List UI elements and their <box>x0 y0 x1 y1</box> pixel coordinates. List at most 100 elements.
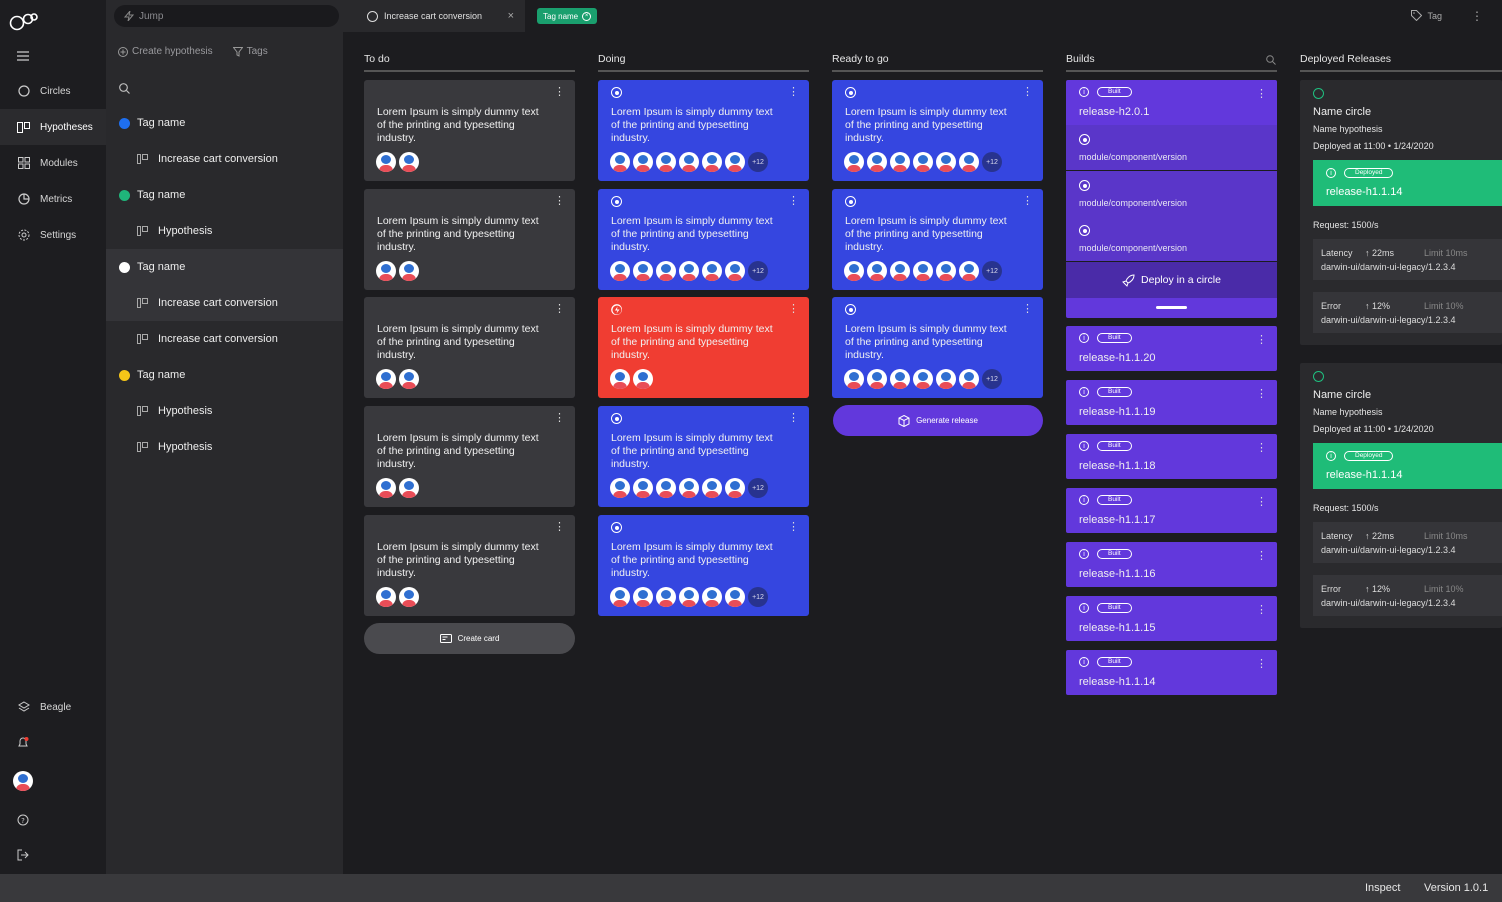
assignee-avatar[interactable] <box>913 369 933 389</box>
deployed-release-card[interactable]: Name circle Name hypothesis Deployed at … <box>1300 363 1502 628</box>
assignee-avatar[interactable] <box>890 152 910 172</box>
assignee-avatar[interactable] <box>610 261 630 281</box>
more-options-icon[interactable]: ⋮ <box>1256 549 1267 562</box>
assignee-avatar[interactable] <box>867 261 887 281</box>
tag-button[interactable]: Tag <box>1411 10 1442 21</box>
assignee-avatar[interactable] <box>844 369 864 389</box>
more-assignees-badge[interactable]: +12 <box>982 369 1002 389</box>
build-card-expanded[interactable]: i Built release-h2.0.1 ⋮ <box>1066 80 1277 125</box>
assignee-avatar[interactable] <box>679 587 699 607</box>
kanban-card[interactable]: ⋮ Lorem Ipsum is simply dummy text of th… <box>598 189 809 290</box>
assignee-avatar[interactable] <box>890 261 910 281</box>
more-assignees-badge[interactable]: +12 <box>748 478 768 498</box>
logout-icon[interactable] <box>15 847 31 863</box>
more-options-icon[interactable]: ⋮ <box>1022 196 1033 207</box>
hypothesis-item[interactable]: Hypothesis <box>106 213 343 249</box>
assignee-avatar[interactable] <box>936 369 956 389</box>
assignee-avatar[interactable] <box>959 152 979 172</box>
build-card[interactable]: i Built release-h1.1.17 ⋮ <box>1066 488 1277 533</box>
assignee-avatar[interactable] <box>702 261 722 281</box>
assignee-avatar[interactable] <box>633 152 653 172</box>
more-options-icon[interactable]: ⋮ <box>788 304 799 315</box>
nav-item-modules[interactable]: Modules <box>0 145 106 181</box>
assignee-avatar[interactable] <box>867 369 887 389</box>
nav-item-metrics[interactable]: Metrics <box>0 181 106 217</box>
assignee-avatar[interactable] <box>844 152 864 172</box>
more-options-icon[interactable]: ⋮ <box>1256 387 1267 400</box>
deployed-release-card[interactable]: Name circle Name hypothesis Deployed at … <box>1300 80 1502 345</box>
assignee-avatar[interactable] <box>702 587 722 607</box>
kanban-card[interactable]: ⋮ Lorem Ipsum is simply dummy text of th… <box>364 189 575 290</box>
assignee-avatar[interactable] <box>610 152 630 172</box>
build-card[interactable]: i Built release-h1.1.18 ⋮ <box>1066 434 1277 479</box>
assignee-avatar[interactable] <box>610 587 630 607</box>
tags-filter-button[interactable]: Tags <box>232 46 268 57</box>
assignee-avatar[interactable] <box>376 369 396 389</box>
assignee-avatar[interactable] <box>633 369 653 389</box>
assignee-avatar[interactable] <box>936 261 956 281</box>
menu-icon[interactable] <box>15 48 31 64</box>
create-hypothesis-button[interactable]: Create hypothesis <box>118 46 213 57</box>
more-options-icon[interactable]: ⋮ <box>554 304 565 315</box>
assignee-avatar[interactable] <box>399 478 419 498</box>
assignee-avatar[interactable] <box>376 261 396 281</box>
hypothesis-item[interactable]: Hypothesis <box>106 393 343 429</box>
assignee-avatar[interactable] <box>913 261 933 281</box>
kanban-card[interactable]: ⋮ Lorem Ipsum is simply dummy text of th… <box>364 406 575 507</box>
kanban-card[interactable]: ⋮ Lorem Ipsum is simply dummy text of th… <box>598 297 809 398</box>
deployed-release-box[interactable]: i Deployed release-h1.1.14 <box>1313 443 1502 489</box>
close-icon[interactable]: × <box>508 10 514 22</box>
nav-item-settings[interactable]: Settings <box>0 217 106 253</box>
more-options-icon[interactable]: ⋮ <box>788 196 799 207</box>
assignee-avatar[interactable] <box>656 587 676 607</box>
assignee-avatar[interactable] <box>725 587 745 607</box>
build-card[interactable]: i Built release-h1.1.20 ⋮ <box>1066 326 1277 371</box>
more-options-icon[interactable]: ⋮ <box>554 196 565 207</box>
more-options-icon[interactable]: ⋮ <box>788 87 799 98</box>
search-icon[interactable] <box>1266 55 1276 65</box>
assignee-avatar[interactable] <box>725 261 745 281</box>
more-options-icon[interactable]: ⋮ <box>788 522 799 533</box>
build-card[interactable]: i Built release-h1.1.15 ⋮ <box>1066 596 1277 641</box>
assignee-avatar[interactable] <box>702 478 722 498</box>
assignee-avatar[interactable] <box>959 261 979 281</box>
assignee-avatar[interactable] <box>399 152 419 172</box>
more-options-icon[interactable]: ⋮ <box>1022 304 1033 315</box>
inspect-link[interactable]: Inspect <box>1365 882 1400 894</box>
tag-item[interactable]: Tag name <box>106 105 343 141</box>
more-options-icon[interactable]: ⋮ <box>1256 495 1267 508</box>
assignee-avatar[interactable] <box>399 587 419 607</box>
assignee-avatar[interactable] <box>679 152 699 172</box>
assignee-avatar[interactable] <box>399 261 419 281</box>
kanban-card[interactable]: ⋮ Lorem Ipsum is simply dummy text of th… <box>364 297 575 398</box>
tag-pill[interactable]: Tag name × <box>537 8 598 24</box>
assignee-avatar[interactable] <box>844 261 864 281</box>
assignee-avatar[interactable] <box>890 369 910 389</box>
assignee-avatar[interactable] <box>376 478 396 498</box>
workspace-selector[interactable]: Beagle <box>0 689 106 725</box>
more-options-icon[interactable]: ⋮ <box>1256 87 1267 100</box>
more-assignees-badge[interactable]: +12 <box>982 152 1002 172</box>
assignee-avatar[interactable] <box>376 587 396 607</box>
more-options-icon[interactable]: ⋮ <box>1256 441 1267 454</box>
help-icon[interactable]: ? <box>15 812 31 828</box>
more-assignees-badge[interactable]: +12 <box>982 261 1002 281</box>
nav-item-circles[interactable]: Circles <box>0 73 106 109</box>
user-avatar[interactable] <box>13 771 33 791</box>
build-card[interactable]: i Built release-h1.1.16 ⋮ <box>1066 542 1277 587</box>
more-options-icon[interactable]: ⋮ <box>788 413 799 424</box>
more-assignees-badge[interactable]: +12 <box>748 587 768 607</box>
more-options-icon[interactable]: ⋮ <box>1471 9 1483 23</box>
assignee-avatar[interactable] <box>959 369 979 389</box>
kanban-card[interactable]: ⋮ Lorem Ipsum is simply dummy text of th… <box>364 515 575 616</box>
assignee-avatar[interactable] <box>656 152 676 172</box>
kanban-card[interactable]: ⋮ Lorem Ipsum is simply dummy text of th… <box>598 515 809 616</box>
deploy-in-circle-button[interactable]: Deploy in a circle <box>1066 262 1277 298</box>
assignee-avatar[interactable] <box>610 478 630 498</box>
hypothesis-item[interactable]: Increase cart conversion <box>106 321 343 357</box>
assignee-avatar[interactable] <box>913 152 933 172</box>
tab-hypothesis[interactable]: Increase cart conversion × <box>343 0 525 32</box>
kanban-card[interactable]: ⋮ Lorem Ipsum is simply dummy text of th… <box>598 406 809 507</box>
assignee-avatar[interactable] <box>656 261 676 281</box>
more-assignees-badge[interactable]: +12 <box>748 261 768 281</box>
